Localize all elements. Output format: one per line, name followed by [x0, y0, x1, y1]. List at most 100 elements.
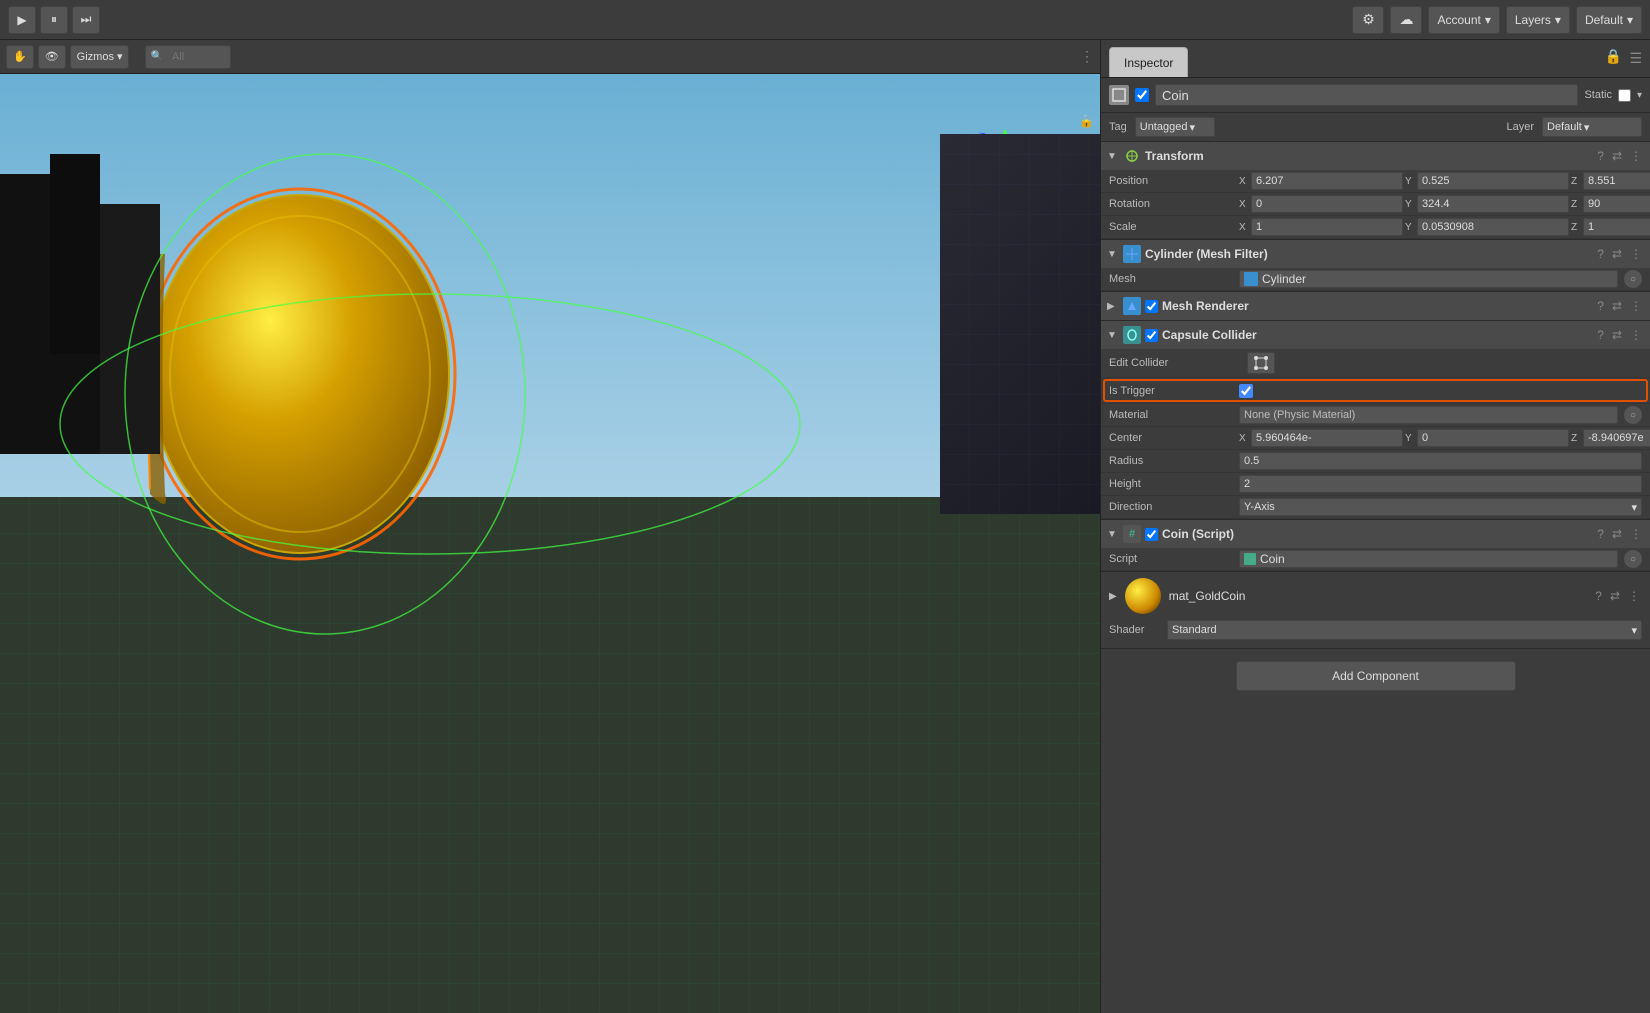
center-y-input[interactable]: [1417, 429, 1569, 447]
height-value: [1239, 475, 1642, 493]
help-icon[interactable]: ?: [1593, 589, 1604, 603]
height-input[interactable]: [1239, 475, 1642, 493]
scale-z-input[interactable]: [1583, 218, 1650, 236]
settings-icon[interactable]: ⇄: [1610, 247, 1624, 261]
mesh-field[interactable]: Cylinder: [1239, 270, 1618, 288]
center-x-input[interactable]: [1251, 429, 1403, 447]
chevron-down-icon: ▾: [1631, 624, 1637, 637]
script-select-button[interactable]: ○: [1624, 550, 1642, 568]
scale-x-input[interactable]: [1251, 218, 1403, 236]
eye-icon: 👁: [45, 50, 59, 63]
position-y-input[interactable]: [1417, 172, 1569, 190]
step-button[interactable]: ⏭: [72, 6, 100, 34]
shader-dropdown[interactable]: Standard ▾: [1167, 620, 1642, 640]
capsule-collider-checkbox[interactable]: [1145, 329, 1158, 342]
cloud-icon-button[interactable]: ☁: [1390, 6, 1422, 34]
account-dropdown[interactable]: Account ▾: [1428, 6, 1499, 34]
physic-material-field[interactable]: None (Physic Material): [1239, 406, 1618, 424]
gizmos-dropdown[interactable]: Gizmos ▾: [70, 45, 130, 69]
rotation-row: Rotation X Y Z: [1101, 193, 1650, 216]
position-z-input[interactable]: [1583, 172, 1650, 190]
coin-script-section: ▼ # Coin (Script) ? ⇄ ⋮ Script: [1101, 520, 1650, 572]
edit-collider-row: Edit Collider: [1101, 349, 1650, 378]
position-x-input[interactable]: [1251, 172, 1403, 190]
play-button[interactable]: ▶: [8, 6, 36, 34]
mesh-renderer-header[interactable]: ▶ Mesh Renderer ? ⇄ ⋮: [1101, 292, 1650, 320]
scale-y-input[interactable]: [1417, 218, 1569, 236]
settings-icon[interactable]: ⇄: [1610, 299, 1624, 313]
coin-script-header[interactable]: ▼ # Coin (Script) ? ⇄ ⋮: [1101, 520, 1650, 548]
settings-icon[interactable]: ⇄: [1608, 589, 1622, 603]
inspector-body: Static ▾ Tag Untagged ▾ Layer Default ▾: [1101, 78, 1650, 1013]
rotation-x-input[interactable]: [1251, 195, 1403, 213]
object-name-input[interactable]: [1155, 84, 1578, 106]
mesh-select-button[interactable]: ○: [1624, 270, 1642, 288]
settings-icon[interactable]: ⇄: [1610, 527, 1624, 541]
script-field[interactable]: Coin: [1239, 550, 1618, 568]
direction-dropdown[interactable]: Y-Axis ▾: [1239, 498, 1642, 516]
center-z-input[interactable]: [1583, 429, 1650, 447]
material-collapse-arrow[interactable]: ▶: [1109, 591, 1117, 602]
more-icon[interactable]: ⋮: [1626, 589, 1642, 603]
mesh-filter-section: ▼ Cylinder (Mesh Filter) ? ⇄ ⋮ Mesh: [1101, 240, 1650, 292]
transform-actions: ? ⇄ ⋮: [1595, 149, 1644, 163]
settings-icon[interactable]: ⇄: [1610, 149, 1624, 163]
inspector-lock-icon[interactable]: 🔒: [1605, 48, 1622, 65]
help-icon[interactable]: ?: [1595, 299, 1606, 313]
mesh-filter-header[interactable]: ▼ Cylinder (Mesh Filter) ? ⇄ ⋮: [1101, 240, 1650, 268]
top-toolbar: ▶ ⏸ ⏭ ⚙ ☁ Account ▾ Layers ▾ Default ▾: [0, 0, 1650, 40]
static-checkbox[interactable]: [1618, 89, 1631, 102]
radius-input[interactable]: [1239, 452, 1642, 470]
chevron-down-icon: ▾: [117, 50, 123, 63]
collapse-arrow: ▶: [1107, 301, 1119, 312]
hand-tool[interactable]: ✋: [6, 45, 34, 69]
chevron-down-icon: ▾: [1555, 13, 1561, 27]
transform-header[interactable]: ▼ Transform ? ⇄ ⋮: [1101, 142, 1650, 170]
mesh-renderer-actions: ? ⇄ ⋮: [1595, 299, 1644, 313]
pause-button[interactable]: ⏸: [40, 6, 68, 34]
building-right-grid: [940, 134, 1100, 514]
mesh-renderer-checkbox[interactable]: [1145, 300, 1158, 313]
inspector-panel: Inspector 🔒 ☰ Static ▾ Tag U: [1100, 40, 1650, 1013]
scene-search-input[interactable]: [166, 45, 226, 69]
default-layout-dropdown[interactable]: Default ▾: [1576, 6, 1642, 34]
mesh-renderer-icon: [1123, 297, 1141, 315]
is-trigger-checkbox[interactable]: [1239, 384, 1253, 398]
static-dropdown-arrow[interactable]: ▾: [1637, 90, 1642, 101]
collapse-arrow: ▼: [1107, 151, 1119, 162]
view-tool[interactable]: 👁: [38, 45, 66, 69]
more-icon[interactable]: ⋮: [1628, 328, 1644, 342]
add-component-button[interactable]: Add Component: [1236, 661, 1516, 691]
rotation-z-input[interactable]: [1583, 195, 1650, 213]
help-icon[interactable]: ?: [1595, 247, 1606, 261]
cloud-icon: ☁: [1399, 11, 1413, 28]
scale-row: Scale X Y Z: [1101, 216, 1650, 239]
material-section: ▶ mat_GoldCoin ? ⇄ ⋮ Shader Standard ▾: [1101, 572, 1650, 649]
mesh-filter-actions: ? ⇄ ⋮: [1595, 247, 1644, 261]
layers-dropdown[interactable]: Layers ▾: [1506, 6, 1570, 34]
help-icon[interactable]: ?: [1595, 149, 1606, 163]
settings-icon-button[interactable]: ⚙: [1352, 6, 1384, 34]
edit-collider-button[interactable]: [1247, 352, 1275, 374]
physic-material-row: Material None (Physic Material) ○: [1101, 404, 1650, 427]
object-active-checkbox[interactable]: [1135, 88, 1149, 102]
direction-row: Direction Y-Axis ▾: [1101, 496, 1650, 519]
more-icon[interactable]: ⋮: [1628, 149, 1644, 163]
coin-script-checkbox[interactable]: [1145, 528, 1158, 541]
help-icon[interactable]: ?: [1595, 328, 1606, 342]
scene-more-icon[interactable]: ⋮: [1080, 48, 1094, 65]
help-icon[interactable]: ?: [1595, 527, 1606, 541]
more-icon[interactable]: ⋮: [1628, 527, 1644, 541]
settings-icon[interactable]: ⇄: [1610, 328, 1624, 342]
capsule-collider-header[interactable]: ▼ Capsule Collider ? ⇄ ⋮: [1101, 321, 1650, 349]
inspector-tab[interactable]: Inspector: [1109, 47, 1188, 77]
inspector-more-icon[interactable]: ☰: [1629, 50, 1642, 67]
layer-dropdown[interactable]: Default ▾: [1542, 117, 1642, 137]
tag-dropdown[interactable]: Untagged ▾: [1135, 117, 1215, 137]
physic-material-select-button[interactable]: ○: [1624, 406, 1642, 424]
rotation-y-input[interactable]: [1417, 195, 1569, 213]
more-icon[interactable]: ⋮: [1628, 247, 1644, 261]
material-header: ▶ mat_GoldCoin ? ⇄ ⋮: [1109, 578, 1642, 614]
more-icon[interactable]: ⋮: [1628, 299, 1644, 313]
scene-view[interactable]: ✋ 👁 Gizmos ▾ 🔍 ⋮: [0, 40, 1100, 1013]
